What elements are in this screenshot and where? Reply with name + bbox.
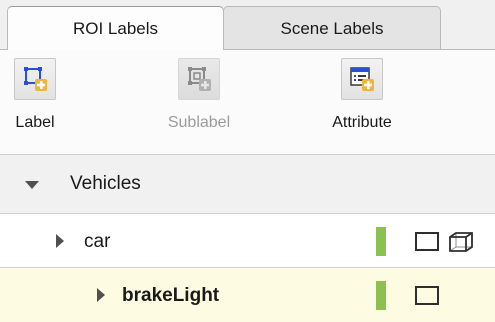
add-label-button[interactable]: Label (4, 58, 66, 132)
rectangle-shape-icon (415, 232, 439, 251)
tab-scene-labels[interactable]: Scene Labels (223, 6, 441, 50)
sublabel-name: brakeLight (122, 285, 220, 306)
expand-chevron-icon[interactable] (56, 234, 64, 248)
rectangle-shape-icon (415, 286, 439, 305)
label-row-car[interactable]: car (0, 214, 495, 268)
add-attribute-button[interactable]: Attribute (308, 58, 416, 132)
label-panel: ROI Labels Scene Labels Label Sublabel A… (0, 0, 495, 322)
label-group-row[interactable]: Vehicles (0, 155, 495, 214)
cuboid-shape-icon (449, 232, 473, 252)
add-roi-label-icon (14, 58, 56, 100)
group-name: Vehicles (70, 173, 141, 194)
collapse-chevron-icon[interactable] (25, 181, 39, 189)
label-toolbar: Label Sublabel Attribute (0, 50, 495, 155)
add-sublabel-text: Sublabel (167, 114, 231, 131)
label-name: car (84, 231, 111, 252)
tab-strip: ROI Labels Scene Labels (0, 0, 495, 50)
add-attribute-icon (341, 58, 383, 100)
add-sublabel-button[interactable]: Sublabel (154, 58, 244, 132)
add-label-text: Label (15, 114, 55, 131)
label-color-swatch (376, 281, 386, 310)
label-row-brakelight[interactable]: brakeLight (0, 268, 495, 322)
add-attribute-text: Attribute (332, 114, 392, 131)
label-color-swatch (376, 227, 386, 256)
tab-roi-labels[interactable]: ROI Labels (7, 6, 224, 50)
add-sublabel-icon (178, 58, 220, 100)
expand-chevron-icon[interactable] (97, 288, 105, 302)
